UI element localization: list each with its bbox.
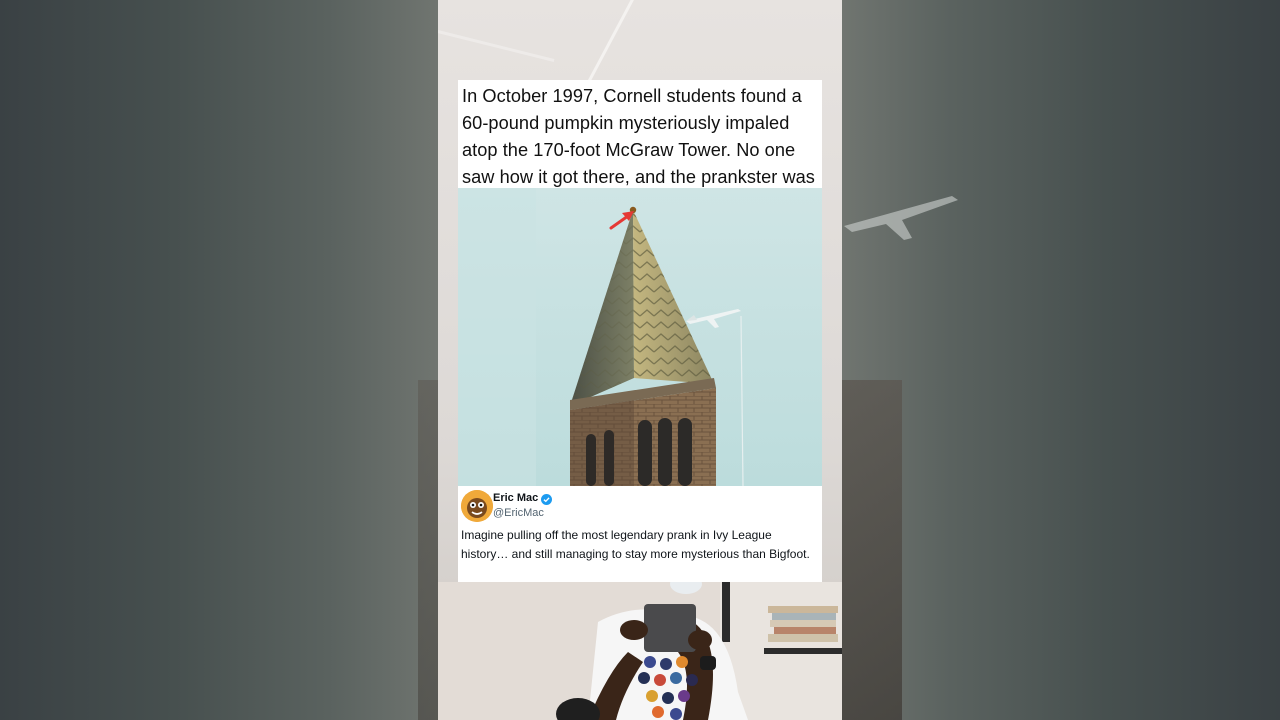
caption-line: In October 1997, Cornell students found … bbox=[462, 86, 802, 106]
caption-line: atop the 170-foot McGraw Tower. No one bbox=[462, 140, 796, 160]
blurred-airplane-icon bbox=[844, 196, 958, 240]
right-blurred-background bbox=[842, 0, 1280, 720]
caption-line: 60-pound pumpkin mysteriously impaled bbox=[462, 113, 790, 133]
ceiling-beam bbox=[438, 30, 555, 62]
video-frame: In October 1997, Cornell students found … bbox=[438, 0, 842, 720]
tweet-author-name[interactable]: Eric Mac bbox=[493, 492, 538, 504]
tweet-card: Eric Mac @EricMac Imagine pulling off th… bbox=[458, 486, 822, 582]
tower-photo bbox=[458, 188, 822, 486]
ceiling-beam bbox=[588, 0, 643, 82]
airplane-icon bbox=[686, 309, 741, 328]
left-blurred-background bbox=[0, 0, 478, 720]
presenter-scene bbox=[438, 574, 842, 720]
tweet-text: Imagine pulling off the most legendary p… bbox=[461, 528, 810, 561]
caption-line: saw how it got there, and the prankster … bbox=[462, 167, 815, 187]
red-arrow-icon bbox=[609, 211, 634, 230]
tweet-author-handle[interactable]: @EricMac bbox=[493, 507, 544, 519]
verified-badge-icon bbox=[541, 494, 552, 505]
blurred-tower-right bbox=[842, 380, 902, 720]
avatar[interactable] bbox=[461, 490, 493, 522]
caption-text: In October 1997, Cornell students found … bbox=[458, 80, 822, 187]
meme-card: In October 1997, Cornell students found … bbox=[458, 80, 822, 582]
